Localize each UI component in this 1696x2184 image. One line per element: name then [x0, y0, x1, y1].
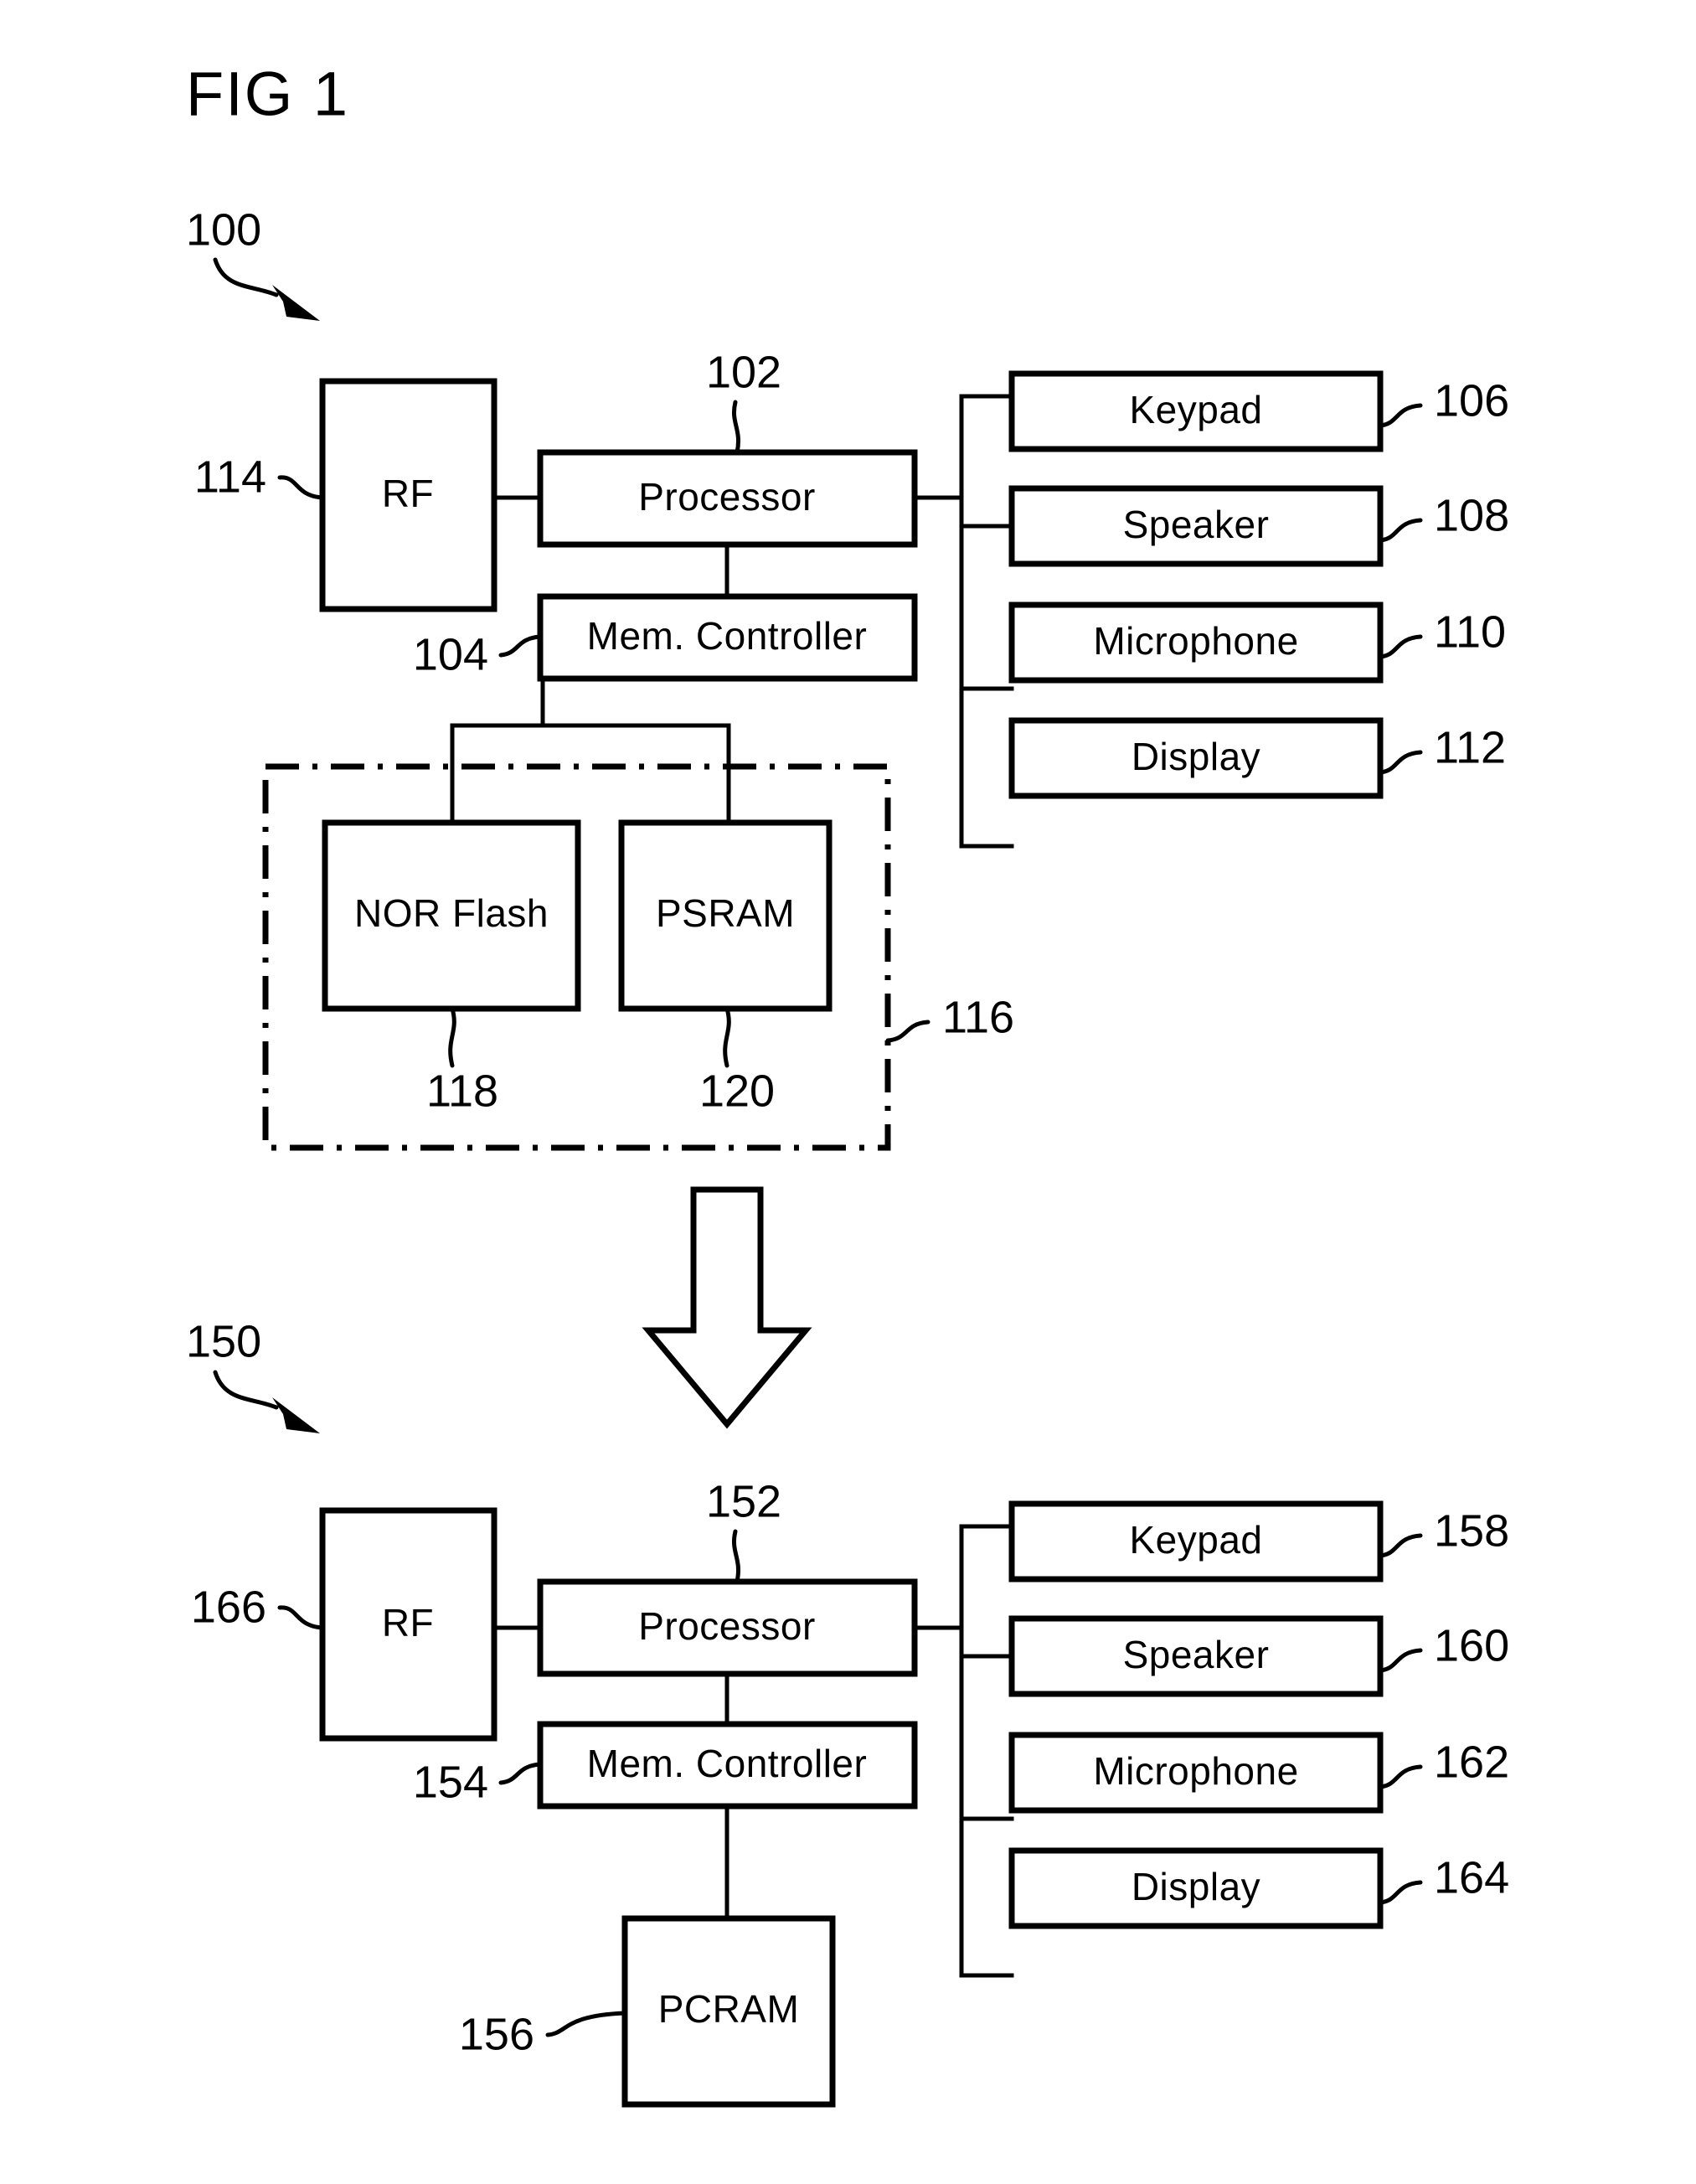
bus-branch-norflash-upper — [450, 723, 731, 782]
memory-controller-block-lower-label: Mem. Controller — [587, 1742, 868, 1785]
ref-label-106: 106 — [1434, 375, 1509, 426]
leader-line-152 — [732, 1529, 740, 1584]
leader-line-118 — [448, 1006, 456, 1068]
pcram-block-label: PCRAM — [658, 1987, 800, 2031]
ref-label-110: 110 — [1434, 607, 1506, 657]
leader-line-104 — [498, 634, 543, 658]
ref-label-116: 116 — [942, 992, 1014, 1042]
peripheral-label-microphone-upper: Microphone — [1093, 619, 1298, 663]
ref-label-156: 156 — [459, 2009, 534, 2059]
leader-line-158 — [1378, 1533, 1423, 1558]
leader-line-150 — [213, 1370, 279, 1410]
peripheral-label-speaker-upper: Speaker — [1123, 503, 1270, 546]
leader-line-160 — [1378, 1648, 1423, 1673]
upper-diagram: 100 RF 114 Processor 102 Mem. Controller… — [186, 204, 1509, 1151]
lower-diagram: 150 RF 166 Processor 152 Mem. Controller… — [186, 1316, 1509, 2108]
leader-line-108 — [1378, 518, 1423, 543]
leader-line-164 — [1378, 1880, 1423, 1905]
ref-label-118: 118 — [426, 1066, 498, 1116]
bus-memctrl-upper — [540, 676, 731, 728]
psram-block-label: PSRAM — [656, 891, 795, 935]
ref-label-100: 100 — [186, 204, 261, 255]
ref-label-164: 164 — [1434, 1852, 1509, 1903]
leader-line-156 — [545, 2011, 627, 2037]
memory-controller-block-upper-label: Mem. Controller — [587, 614, 868, 658]
leader-line-112 — [1378, 750, 1423, 775]
leader-line-114 — [277, 475, 325, 500]
peripheral-label-speaker-lower: Speaker — [1123, 1633, 1270, 1676]
ref-label-162: 162 — [1434, 1737, 1509, 1787]
leader-line-154 — [498, 1762, 543, 1785]
ref-label-152: 152 — [706, 1476, 781, 1526]
processor-block-upper-label: Processor — [638, 475, 816, 519]
leader-line-116 — [885, 1020, 930, 1043]
ref-label-150: 150 — [186, 1316, 261, 1366]
leader-line-110 — [1378, 634, 1423, 659]
patent-figure-diagram: FIG 1 100 RF 114 Processor 102 Mem. Cont… — [186, 59, 1509, 2108]
leader-line-102 — [732, 400, 740, 455]
peripheral-label-microphone-lower: Microphone — [1093, 1749, 1298, 1793]
nor-flash-block-label: NOR Flash — [354, 891, 549, 935]
arrowhead-150 — [272, 1397, 320, 1433]
peripheral-label-display-upper: Display — [1132, 735, 1260, 778]
leader-line-162 — [1378, 1764, 1423, 1789]
ref-label-166: 166 — [191, 1582, 266, 1632]
arrowhead-100 — [272, 285, 320, 321]
ref-label-154: 154 — [413, 1757, 488, 1807]
leader-line-100 — [213, 257, 279, 297]
ref-label-104: 104 — [413, 629, 488, 679]
peripheral-label-keypad-upper: Keypad — [1129, 388, 1262, 431]
ref-label-112: 112 — [1434, 722, 1506, 772]
ref-label-108: 108 — [1434, 490, 1509, 540]
peripheral-label-keypad-lower: Keypad — [1129, 1518, 1262, 1562]
rf-block-upper-label: RF — [382, 472, 434, 515]
figure-title: FIG 1 — [186, 59, 349, 129]
leader-line-120 — [723, 1006, 731, 1068]
ref-label-160: 160 — [1434, 1620, 1509, 1670]
transformation-arrow — [642, 1186, 812, 1429]
processor-block-lower-label: Processor — [638, 1604, 816, 1648]
ref-label-102: 102 — [706, 347, 781, 397]
figure-root: FIG 1 100 RF 114 Processor 102 Mem. Cont… — [0, 0, 1696, 2184]
rf-block-lower-label: RF — [382, 1601, 434, 1644]
ref-label-120: 120 — [699, 1066, 775, 1116]
peripheral-label-display-lower: Display — [1132, 1865, 1260, 1908]
leader-line-106 — [1378, 403, 1423, 428]
ref-label-158: 158 — [1434, 1505, 1509, 1556]
ref-label-114: 114 — [194, 452, 266, 502]
leader-line-166 — [277, 1605, 325, 1630]
